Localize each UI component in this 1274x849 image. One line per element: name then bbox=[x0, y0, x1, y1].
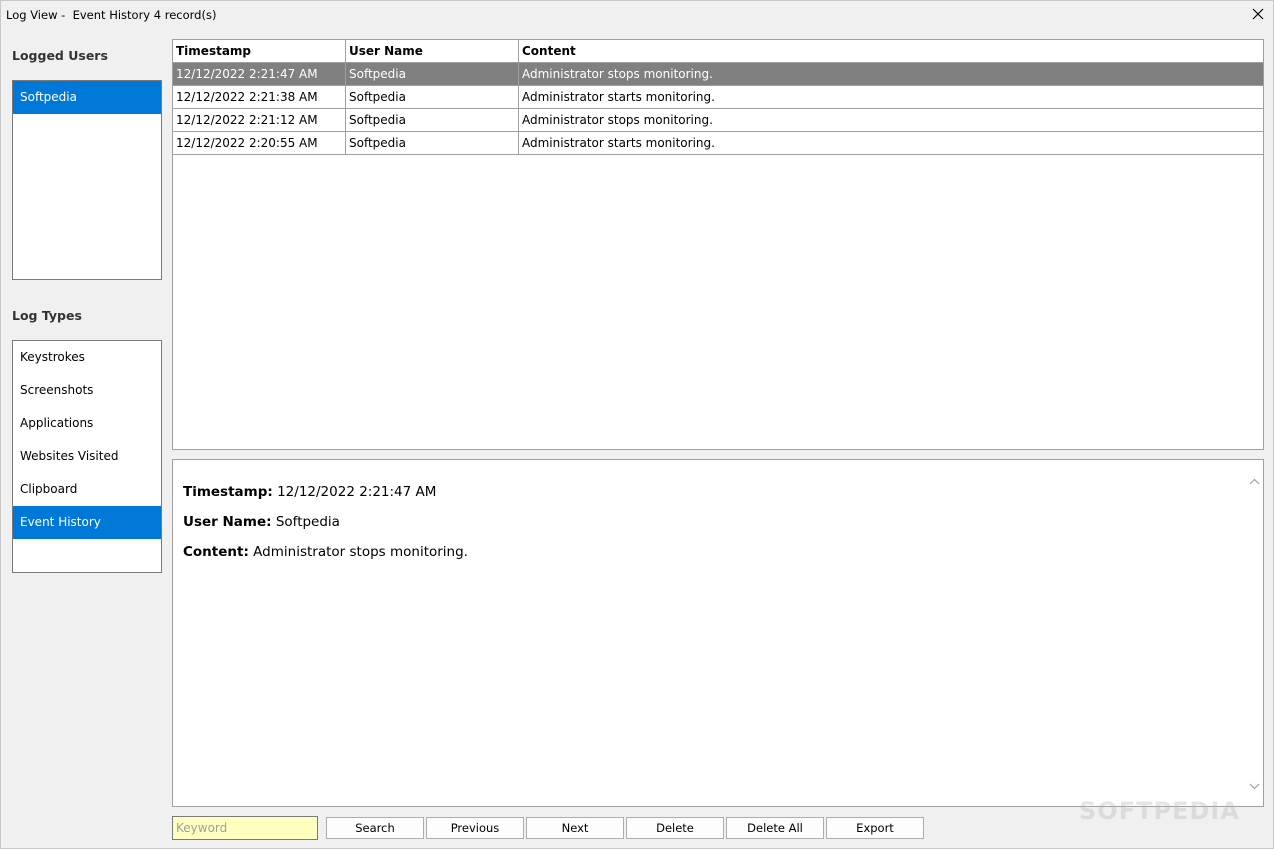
table-row[interactable]: 12/12/2022 2:20:55 AM Softpedia Administ… bbox=[173, 132, 1263, 155]
column-header-timestamp[interactable]: Timestamp bbox=[173, 40, 346, 62]
detail-timestamp-value: 12/12/2022 2:21:47 AM bbox=[277, 484, 437, 500]
table-row[interactable]: 12/12/2022 2:21:47 AM Softpedia Administ… bbox=[173, 63, 1263, 86]
detail-scrollbar[interactable] bbox=[1246, 460, 1263, 806]
log-type-websites-visited[interactable]: Websites Visited bbox=[13, 440, 161, 473]
detail-content-label: Content: bbox=[183, 544, 249, 560]
chevron-down-icon bbox=[1249, 779, 1260, 793]
event-detail-pane[interactable]: Timestamp: 12/12/2022 2:21:47 AM User Na… bbox=[172, 459, 1264, 807]
chevron-up-icon bbox=[1249, 474, 1260, 488]
detail-content-value: Administrator stops monitoring. bbox=[253, 544, 468, 560]
table-header: Timestamp User Name Content bbox=[173, 40, 1263, 63]
log-type-screenshots[interactable]: Screenshots bbox=[13, 374, 161, 407]
cell-content: Administrator starts monitoring. bbox=[522, 136, 715, 150]
delete-all-button[interactable]: Delete All bbox=[726, 817, 824, 839]
next-button[interactable]: Next bbox=[526, 817, 624, 839]
previous-button[interactable]: Previous bbox=[426, 817, 524, 839]
title-bar: Log View - Event History 4 record(s) bbox=[1, 1, 1273, 29]
search-button[interactable]: Search bbox=[326, 817, 424, 839]
detail-timestamp: Timestamp: 12/12/2022 2:21:47 AM bbox=[183, 484, 436, 500]
log-type-clipboard[interactable]: Clipboard bbox=[13, 473, 161, 506]
user-item-softpedia[interactable]: Softpedia bbox=[13, 81, 161, 114]
cell-user-name: Softpedia bbox=[346, 63, 519, 85]
close-icon bbox=[1252, 8, 1264, 23]
softpedia-watermark: SOFTPEDIA bbox=[1079, 797, 1240, 825]
cell-content: Administrator starts monitoring. bbox=[522, 90, 715, 104]
scroll-up-button[interactable] bbox=[1246, 472, 1263, 489]
log-type-keystrokes[interactable]: Keystrokes bbox=[13, 341, 161, 374]
close-button[interactable] bbox=[1243, 1, 1273, 29]
detail-timestamp-label: Timestamp: bbox=[183, 484, 273, 500]
scroll-down-button[interactable] bbox=[1246, 777, 1263, 794]
cell-content: Administrator stops monitoring. bbox=[522, 67, 713, 81]
keyword-search-input[interactable] bbox=[172, 816, 318, 840]
column-header-user-name[interactable]: User Name bbox=[346, 40, 519, 62]
detail-content: Content: Administrator stops monitoring. bbox=[183, 544, 468, 560]
table-row[interactable]: 12/12/2022 2:21:12 AM Softpedia Administ… bbox=[173, 109, 1263, 132]
detail-user-name-label: User Name: bbox=[183, 514, 272, 530]
delete-button[interactable]: Delete bbox=[626, 817, 724, 839]
column-header-content[interactable]: Content bbox=[519, 40, 1263, 62]
export-button[interactable]: Export bbox=[826, 817, 924, 839]
window-title: Log View - Event History 4 record(s) bbox=[6, 8, 217, 22]
cell-user-name: Softpedia bbox=[346, 86, 519, 108]
cell-user-name: Softpedia bbox=[346, 109, 519, 131]
detail-user-name-value: Softpedia bbox=[275, 514, 340, 530]
cell-timestamp: 12/12/2022 2:21:12 AM bbox=[173, 109, 346, 131]
cell-user-name: Softpedia bbox=[346, 132, 519, 154]
log-types-heading: Log Types bbox=[12, 308, 82, 323]
logged-users-heading: Logged Users bbox=[12, 48, 108, 63]
log-view-window: Log View - Event History 4 record(s) Log… bbox=[0, 0, 1274, 849]
cell-content: Administrator stops monitoring. bbox=[522, 113, 713, 127]
log-type-event-history[interactable]: Event History bbox=[13, 506, 161, 539]
log-type-applications[interactable]: Applications bbox=[13, 407, 161, 440]
cell-timestamp: 12/12/2022 2:20:55 AM bbox=[173, 132, 346, 154]
table-row[interactable]: 12/12/2022 2:21:38 AM Softpedia Administ… bbox=[173, 86, 1263, 109]
cell-timestamp: 12/12/2022 2:21:47 AM bbox=[173, 63, 346, 85]
logged-users-list[interactable]: Softpedia bbox=[12, 80, 162, 280]
cell-timestamp: 12/12/2022 2:21:38 AM bbox=[173, 86, 346, 108]
log-types-list[interactable]: Keystrokes Screenshots Applications Webs… bbox=[12, 340, 162, 573]
detail-user-name: User Name: Softpedia bbox=[183, 514, 340, 530]
event-table: Timestamp User Name Content 12/12/2022 2… bbox=[172, 39, 1264, 450]
